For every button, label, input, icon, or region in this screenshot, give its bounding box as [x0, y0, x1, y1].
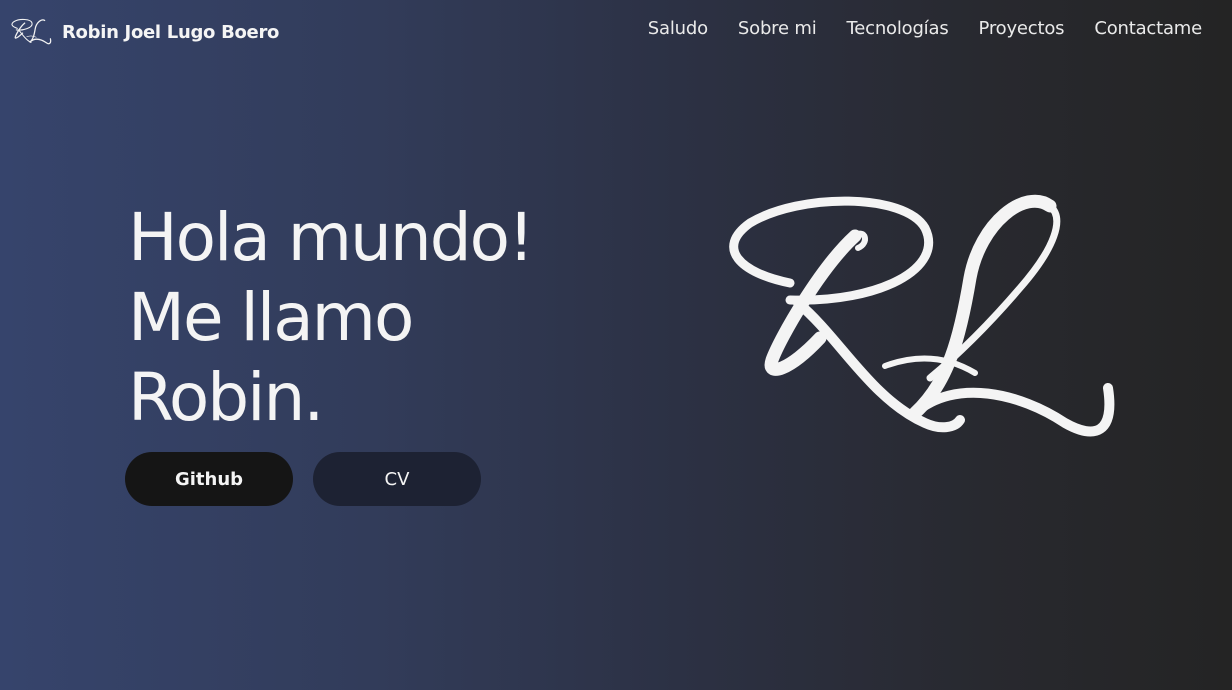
- hero-line-3: Robin.: [128, 359, 324, 436]
- brand-name: Robin Joel Lugo Boero: [62, 21, 280, 43]
- cv-button[interactable]: CV: [313, 452, 481, 506]
- rl-monogram-icon: [729, 194, 1115, 437]
- brand[interactable]: Robin Joel Lugo Boero: [10, 14, 279, 50]
- nav-link-saludo[interactable]: Saludo: [648, 18, 708, 39]
- rl-monogram-icon: [11, 18, 52, 45]
- github-button[interactable]: Github: [125, 452, 293, 506]
- nav-link-sobre-mi[interactable]: Sobre mi: [738, 18, 817, 39]
- hero-title: Hola mundo! Me llamo Robin.: [128, 198, 534, 438]
- nav-link-proyectos[interactable]: Proyectos: [979, 18, 1065, 39]
- hero-line-1: Hola mundo!: [128, 199, 534, 276]
- navbar: Robin Joel Lugo Boero Saludo Sobre mi Te…: [0, 0, 1232, 64]
- nav-link-tecnologias[interactable]: Tecnologías: [847, 18, 949, 39]
- nav-link-contactame[interactable]: Contactame: [1094, 18, 1202, 39]
- hero-line-2: Me llamo: [128, 279, 414, 356]
- nav-links: Saludo Sobre mi Tecnologías Proyectos Co…: [648, 18, 1202, 39]
